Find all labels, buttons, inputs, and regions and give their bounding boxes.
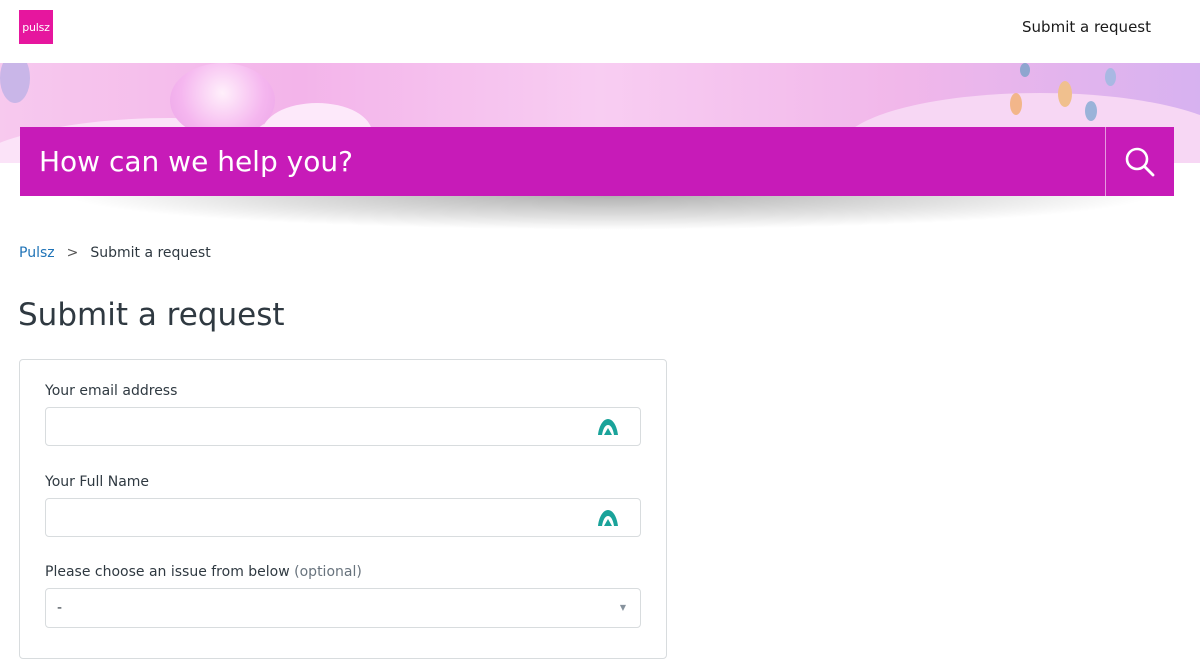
search-shadow <box>60 190 1160 230</box>
full-name-field[interactable] <box>45 498 641 537</box>
password-manager-icon[interactable] <box>597 508 619 528</box>
site-header: pulsz Submit a request <box>0 0 1200 63</box>
dropdown-arrow-icon: ▼ <box>619 603 626 612</box>
search-icon <box>1125 147 1155 176</box>
breadcrumb: Pulsz > Submit a request <box>19 245 211 261</box>
hero-decoration <box>0 63 30 103</box>
hero-decoration <box>1105 68 1116 86</box>
search-bar <box>20 127 1174 196</box>
request-form: Your email address Your Full Name Please… <box>19 359 667 659</box>
issue-label-text: Please choose an issue from below <box>45 564 290 580</box>
breadcrumb-separator: > <box>66 245 79 261</box>
full-name-label: Your Full Name <box>45 474 150 490</box>
issue-label: Please choose an issue from below (optio… <box>45 564 362 580</box>
issue-select[interactable]: - ▼ <box>45 588 641 628</box>
hero-decoration <box>1010 93 1022 115</box>
page-title: Submit a request <box>18 297 285 333</box>
hero-decoration <box>1020 63 1030 77</box>
email-field[interactable] <box>45 407 641 446</box>
password-manager-icon[interactable] <box>597 417 619 437</box>
submit-request-link[interactable]: Submit a request <box>1022 18 1151 36</box>
search-button[interactable] <box>1105 127 1174 196</box>
optional-hint: (optional) <box>294 564 362 580</box>
issue-selected-value: - <box>57 600 63 616</box>
hero-decoration <box>1085 101 1097 121</box>
email-label: Your email address <box>45 383 178 399</box>
pulsz-logo[interactable]: pulsz <box>19 10 53 44</box>
search-input[interactable] <box>20 127 1105 196</box>
breadcrumb-current: Submit a request <box>90 245 211 261</box>
breadcrumb-home-link[interactable]: Pulsz <box>19 245 55 261</box>
hero-decoration <box>1058 81 1072 107</box>
